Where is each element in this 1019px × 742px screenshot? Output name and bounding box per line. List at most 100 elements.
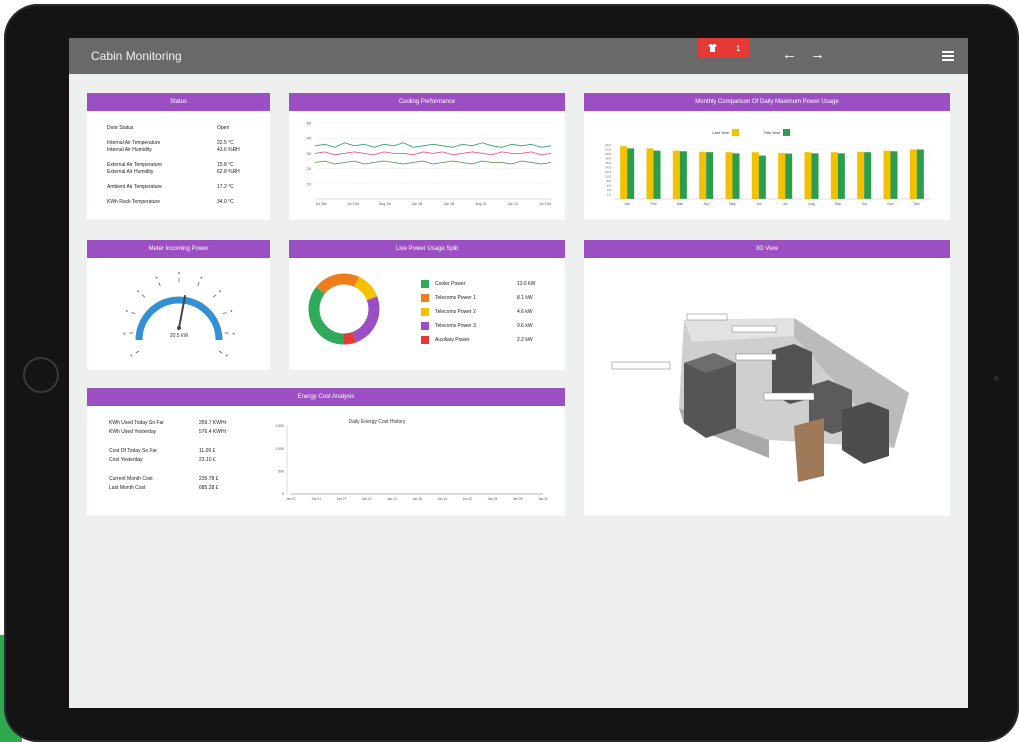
panel-title: Monthly Comparison Of Daily Maximum Powe… <box>584 93 950 111</box>
gauge: 20.5 kW <box>123 272 235 357</box>
3d-view[interactable] <box>584 258 950 516</box>
panel-title: Status <box>87 93 270 111</box>
x-tick-label: Jan 01 <box>286 497 296 501</box>
bar[interactable] <box>811 153 819 199</box>
series-line <box>314 142 552 148</box>
bar[interactable] <box>672 150 680 199</box>
bar[interactable] <box>725 152 733 199</box>
legend-value: 8.1 kW <box>517 295 533 301</box>
gauge-tick <box>131 312 136 315</box>
energy-value: 576.4 KWHr <box>199 429 227 435</box>
bar[interactable] <box>804 152 812 199</box>
y-tick-label: 16.0 <box>605 161 611 165</box>
home-button[interactable] <box>23 357 59 393</box>
x-tick-label: Jan 04 <box>311 497 321 501</box>
legend-swatch <box>783 129 790 136</box>
y-tick-label: 6.0 <box>607 184 612 188</box>
status-label: KWh Rack Temperature <box>107 199 160 205</box>
energy-label: KWh Used Yesterday <box>109 429 157 435</box>
status-label: Internal Air Temperature <box>107 140 161 146</box>
gauge-tick <box>135 350 140 354</box>
bar[interactable] <box>864 152 872 199</box>
bar[interactable] <box>646 148 654 199</box>
bar[interactable] <box>785 153 793 199</box>
x-tick-label: Aug <box>808 202 814 206</box>
bar[interactable] <box>890 151 898 199</box>
y-tick-label: 12.0 <box>605 170 611 174</box>
status-value: 22.5 °C <box>217 140 234 146</box>
y-tick-label: 500 <box>278 470 284 474</box>
x-tick-label: Nov <box>887 202 893 206</box>
panel-title: 3D View <box>584 240 950 258</box>
y-tick-label: 18.0 <box>605 157 611 161</box>
bar[interactable] <box>857 151 865 199</box>
x-tick-label: Jan 25 <box>488 497 498 501</box>
x-tick-label: Jan 31 <box>538 497 548 501</box>
bar[interactable] <box>758 155 766 199</box>
bar[interactable] <box>627 148 635 199</box>
energy-value: 235.78 £ <box>199 476 219 482</box>
bar[interactable] <box>837 153 845 199</box>
bar[interactable] <box>751 152 759 199</box>
x-tick-label: Dec <box>914 202 920 206</box>
energy-label: Cost Of Today So Far <box>109 448 157 454</box>
bar[interactable] <box>883 150 891 199</box>
energy-value: 11.09 £ <box>199 448 216 454</box>
legend-value: 13.6 kW <box>517 281 536 287</box>
bar[interactable] <box>909 149 917 200</box>
bar[interactable] <box>916 149 924 200</box>
bar[interactable] <box>830 152 838 199</box>
y-tick-label: 1,500 <box>275 424 284 428</box>
x-tick-label: Jan 10 <box>362 497 372 501</box>
bar[interactable] <box>778 152 786 199</box>
y-tick-label: 10 <box>307 181 312 186</box>
hamburger-icon[interactable] <box>942 51 954 63</box>
forward-arrow-icon[interactable]: → <box>810 46 825 64</box>
rack-4[interactable] <box>842 402 889 464</box>
bar[interactable] <box>620 146 628 199</box>
status-label: External Air Humidity <box>107 169 154 175</box>
status-value: 43.6 %RH <box>217 147 240 153</box>
meter-panel: Meter Incoming Power 20.5 kW <box>87 240 270 370</box>
energy-row: Current Month Cost 235.78 £ <box>87 476 267 483</box>
x-tick-label: Oct <box>861 202 866 206</box>
gauge-tick <box>158 282 161 287</box>
gauge-tick-dot <box>218 290 221 293</box>
legend-swatch <box>421 336 429 344</box>
energy-value: 259.7 KWHr <box>199 420 227 426</box>
y-tick-label: 22.0 <box>605 148 611 152</box>
energy-row: KWh Used Yesterday 576.4 KWHr <box>87 429 267 436</box>
legend-label: Auxiliary Power <box>435 337 470 343</box>
x-tick-label: Jun 31 <box>508 202 519 206</box>
cooling-panel: Cooling Performance 50 40 30 20 10 Jul 28d Jul… <box>289 93 565 220</box>
energy-label: Current Month Cost <box>109 476 153 482</box>
x-tick-label: May <box>729 202 736 206</box>
gauge-tick-dot <box>155 276 158 279</box>
bar[interactable] <box>679 151 687 199</box>
bar[interactable] <box>732 153 740 199</box>
energy-row: KWh Used Today So Far 259.7 KWHr <box>87 420 267 427</box>
legend-value: 9.6 kW <box>517 323 533 329</box>
panel-title: Energy Cost Analysis <box>87 388 565 406</box>
bar[interactable] <box>699 151 707 199</box>
y-tick-label: 1,000 <box>275 447 284 451</box>
x-tick-label: Aug 1st <box>379 202 391 206</box>
x-tick-label: Sep <box>835 202 841 206</box>
status-value: 34.0 °C <box>217 199 234 205</box>
y-tick-label: 30 <box>307 151 312 156</box>
legend-label: This Year <box>763 130 780 135</box>
y-tick-label: 10.0 <box>605 175 611 179</box>
panel-title: Cooling Performance <box>289 93 565 111</box>
back-arrow-icon[interactable]: ← <box>782 46 797 64</box>
live-power-panel: Live Power Usage Split Cooler Power 13.6 … <box>289 240 565 370</box>
energy-panel: Energy Cost Analysis KWh Used Today So F… <box>87 388 565 516</box>
cabinet-door[interactable] <box>794 418 824 482</box>
x-tick-label: Jan 28 <box>513 497 523 501</box>
bar[interactable] <box>706 152 714 199</box>
status-label: External Air Temperature <box>107 162 162 168</box>
alarm-badge[interactable]: 1 <box>698 38 750 58</box>
app-title: Cabin Monitoring <box>91 49 182 63</box>
bar[interactable] <box>653 150 661 199</box>
status-value: 17.2 °C <box>217 184 234 190</box>
status-value: 15.8 °C <box>217 162 234 168</box>
